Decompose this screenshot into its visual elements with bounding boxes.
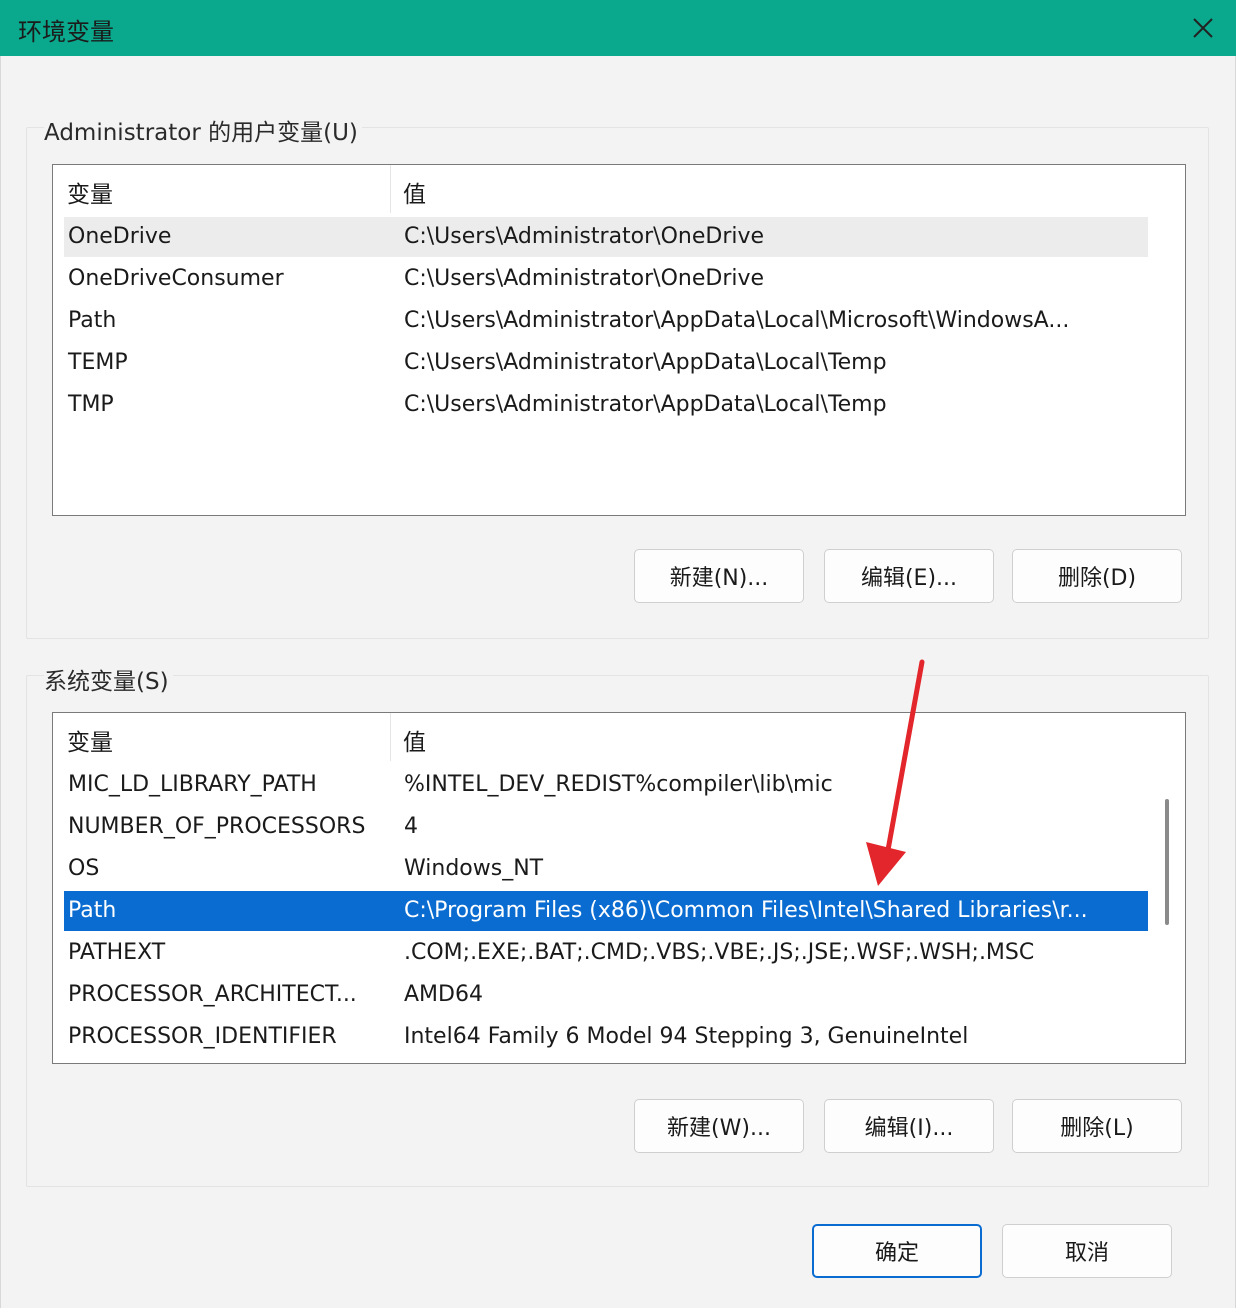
var-value: C:\Users\Administrator\AppData\Local\Mic…	[404, 308, 1070, 333]
user-edit-button[interactable]: 编辑(E)...	[824, 549, 994, 603]
var-value: C:\Users\Administrator\AppData\Local\Tem…	[404, 392, 887, 417]
var-name: OneDriveConsumer	[68, 266, 284, 291]
system-edit-button[interactable]: 编辑(I)...	[824, 1099, 994, 1153]
list-item[interactable]: TEMP C:\Users\Administrator\AppData\Loca…	[64, 343, 1148, 383]
system-vars-list[interactable]: 变量 值 MIC_LD_LIBRARY_PATH %INTEL_DEV_REDI…	[52, 712, 1186, 1064]
close-button[interactable]	[1180, 8, 1226, 48]
list-item[interactable]: Path C:\Users\Administrator\AppData\Loca…	[64, 301, 1148, 341]
list-item[interactable]: OS Windows_NT	[64, 849, 1148, 889]
var-value: Windows_NT	[404, 856, 544, 881]
scrollbar-thumb[interactable]	[1165, 799, 1169, 925]
var-name: OS	[68, 856, 100, 881]
var-name: NUMBER_OF_PROCESSORS	[68, 814, 366, 839]
list-item[interactable]: TMP C:\Users\Administrator\AppData\Local…	[64, 385, 1148, 425]
var-value: .COM;.EXE;.BAT;.CMD;.VBS;.VBE;.JS;.JSE;.…	[404, 940, 1035, 965]
close-icon	[1193, 18, 1213, 38]
system-vars-legend: 系统变量(S)	[44, 662, 173, 696]
window-title: 环境变量	[18, 18, 114, 46]
list-item[interactable]: OneDriveConsumer C:\Users\Administrator\…	[64, 259, 1148, 299]
list-item[interactable]: PROCESSOR_IDENTIFIER Intel64 Family 6 Mo…	[64, 1017, 1148, 1057]
list-item[interactable]: OneDrive C:\Users\Administrator\OneDrive	[64, 217, 1148, 257]
var-name: Path	[68, 308, 117, 333]
list-item[interactable]: NUMBER_OF_PROCESSORS 4	[64, 807, 1148, 847]
var-value: C:\Users\Administrator\OneDrive	[404, 224, 765, 249]
user-new-button[interactable]: 新建(N)...	[634, 549, 804, 603]
list-item[interactable]: MIC_LD_LIBRARY_PATH %INTEL_DEV_REDIST%co…	[64, 765, 1148, 805]
var-name: OneDrive	[68, 224, 172, 249]
user-vars-legend: Administrator 的用户变量(U)	[44, 113, 362, 147]
system-delete-button[interactable]: 删除(L)	[1012, 1099, 1182, 1153]
var-name: Path	[68, 898, 117, 923]
list-header: 变量 值	[53, 165, 1149, 213]
var-value: C:\Users\Administrator\OneDrive	[404, 266, 765, 291]
var-name: PROCESSOR_ARCHITECT...	[68, 982, 357, 1007]
var-name: PROCESSOR_IDENTIFIER	[68, 1024, 337, 1049]
column-divider[interactable]	[390, 165, 391, 213]
var-name: PATHEXT	[68, 940, 166, 965]
column-header-name[interactable]: 变量	[67, 175, 113, 209]
list-item[interactable]: PATHEXT .COM;.EXE;.BAT;.CMD;.VBS;.VBE;.J…	[64, 933, 1148, 973]
user-vars-list[interactable]: 变量 值 OneDrive C:\Users\Administrator\One…	[52, 164, 1186, 516]
ok-button[interactable]: 确定	[812, 1224, 982, 1278]
var-value: 4	[404, 814, 418, 839]
title-bar: 环境变量	[0, 0, 1236, 56]
column-divider[interactable]	[390, 713, 391, 761]
system-new-button[interactable]: 新建(W)...	[634, 1099, 804, 1153]
list-item-selected[interactable]: Path C:\Program Files (x86)\Common Files…	[64, 891, 1148, 931]
var-value: C:\Program Files (x86)\Common Files\Inte…	[404, 898, 1088, 923]
var-value: %INTEL_DEV_REDIST%compiler\lib\mic	[404, 772, 833, 797]
vertical-scrollbar[interactable]	[1149, 713, 1185, 1063]
var-name: TEMP	[68, 350, 128, 375]
cancel-button[interactable]: 取消	[1002, 1224, 1172, 1278]
var-name: MIC_LD_LIBRARY_PATH	[68, 772, 317, 797]
user-delete-button[interactable]: 删除(D)	[1012, 549, 1182, 603]
column-header-value[interactable]: 值	[403, 175, 426, 209]
column-header-value[interactable]: 值	[403, 723, 426, 757]
column-header-name[interactable]: 变量	[67, 723, 113, 757]
var-name: TMP	[68, 392, 114, 417]
var-value: Intel64 Family 6 Model 94 Stepping 3, Ge…	[404, 1024, 969, 1049]
list-item[interactable]: PROCESSOR_ARCHITECT... AMD64	[64, 975, 1148, 1015]
var-value: AMD64	[404, 982, 483, 1007]
list-header: 变量 值	[53, 713, 1149, 761]
var-value: C:\Users\Administrator\AppData\Local\Tem…	[404, 350, 887, 375]
